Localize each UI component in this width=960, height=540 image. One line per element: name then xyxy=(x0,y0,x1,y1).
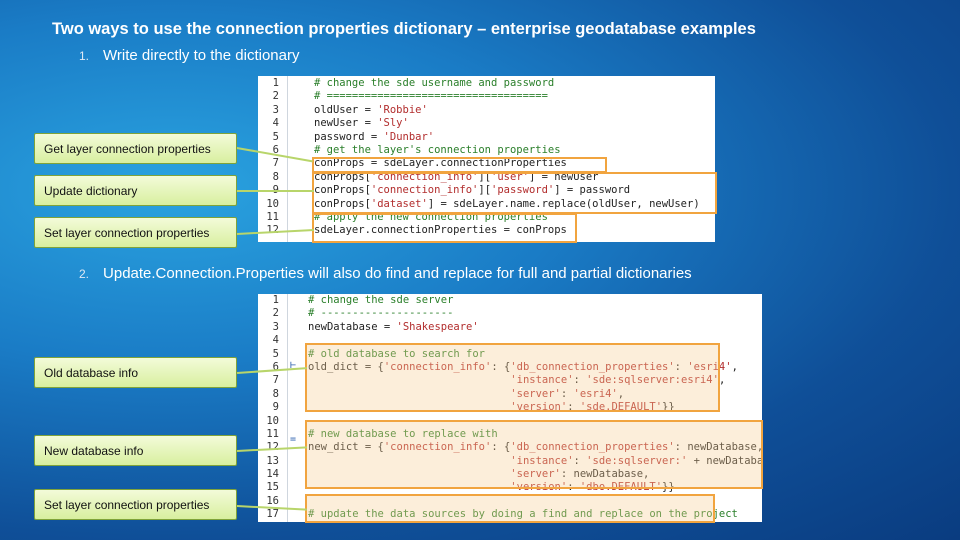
line-number: 3 xyxy=(272,320,279,333)
step-2-text: Update.Connection.Properties will also d… xyxy=(103,265,692,282)
code-line: oldUser = 'Robbie' xyxy=(314,103,428,116)
line-number: 9 xyxy=(272,401,279,414)
highlight-update-call xyxy=(305,494,715,523)
line-number: 1 xyxy=(272,77,279,89)
code-line: # get the layer's connection properties xyxy=(314,143,561,156)
code-line: # =================================== xyxy=(314,90,548,103)
line-number: 7 xyxy=(272,374,279,387)
code-line: # change the sde username and password xyxy=(314,77,555,89)
code-line: newUser = 'Sly' xyxy=(314,117,409,130)
line-number: 17 xyxy=(266,508,279,521)
line-number: 8 xyxy=(272,387,279,400)
connector-update xyxy=(237,190,314,192)
line-number: 4 xyxy=(272,117,279,130)
callout-new-database: New database info xyxy=(34,435,237,466)
line-number: 11 xyxy=(266,210,279,223)
line-number: 2 xyxy=(272,307,279,320)
callout-set-layer-props-2: Set layer connection properties xyxy=(34,489,237,520)
code-line: newDatabase = 'Shakespeare' xyxy=(308,320,479,333)
callout-set-layer-props: Set layer connection properties xyxy=(34,217,237,248)
line-number: 6 xyxy=(272,360,279,373)
code-line: # --------------------- xyxy=(308,307,454,320)
line-number: 5 xyxy=(272,130,279,143)
callout-update-dictionary: Update dictionary xyxy=(34,175,237,206)
step-2: 2. Update.Connection.Properties will also… xyxy=(79,265,692,282)
code-line: password = 'Dunbar' xyxy=(314,130,435,143)
line-number: 10 xyxy=(266,414,279,427)
highlight-set-props xyxy=(312,213,577,243)
line-number: 1 xyxy=(272,294,279,306)
highlight-update-dict xyxy=(312,172,717,214)
line-number: 10 xyxy=(266,197,279,210)
highlight-new-db xyxy=(305,420,763,489)
step-2-number: 2. xyxy=(79,267,90,281)
collapse-marker-icon: = xyxy=(290,434,297,445)
line-number: 11 xyxy=(266,427,279,440)
highlight-get-props xyxy=(312,157,607,173)
callout-old-database: Old database info xyxy=(34,357,237,388)
line-number: 3 xyxy=(272,103,279,116)
line-number: 7 xyxy=(272,157,279,170)
line-number: 4 xyxy=(272,334,279,347)
code-1-gutter: 123456789101112 xyxy=(258,76,288,242)
code-line: # change the sde server xyxy=(308,294,454,306)
step-1: 1. Write directly to the dictionary xyxy=(79,47,299,64)
line-number: 2 xyxy=(272,90,279,103)
line-number: 15 xyxy=(266,481,279,494)
callout-get-layer-props: Get layer connection properties xyxy=(34,133,237,164)
line-number: 13 xyxy=(266,454,279,467)
step-1-number: 1. xyxy=(79,49,90,63)
slide-title: Two ways to use the connection propertie… xyxy=(52,20,756,38)
code-2-gutter: 123456789101112131415161718 xyxy=(258,294,288,522)
line-number: 8 xyxy=(272,170,279,183)
line-number: 14 xyxy=(266,468,279,481)
step-1-text: Write directly to the dictionary xyxy=(103,47,300,64)
line-number: 5 xyxy=(272,347,279,360)
highlight-old-db xyxy=(305,343,720,412)
